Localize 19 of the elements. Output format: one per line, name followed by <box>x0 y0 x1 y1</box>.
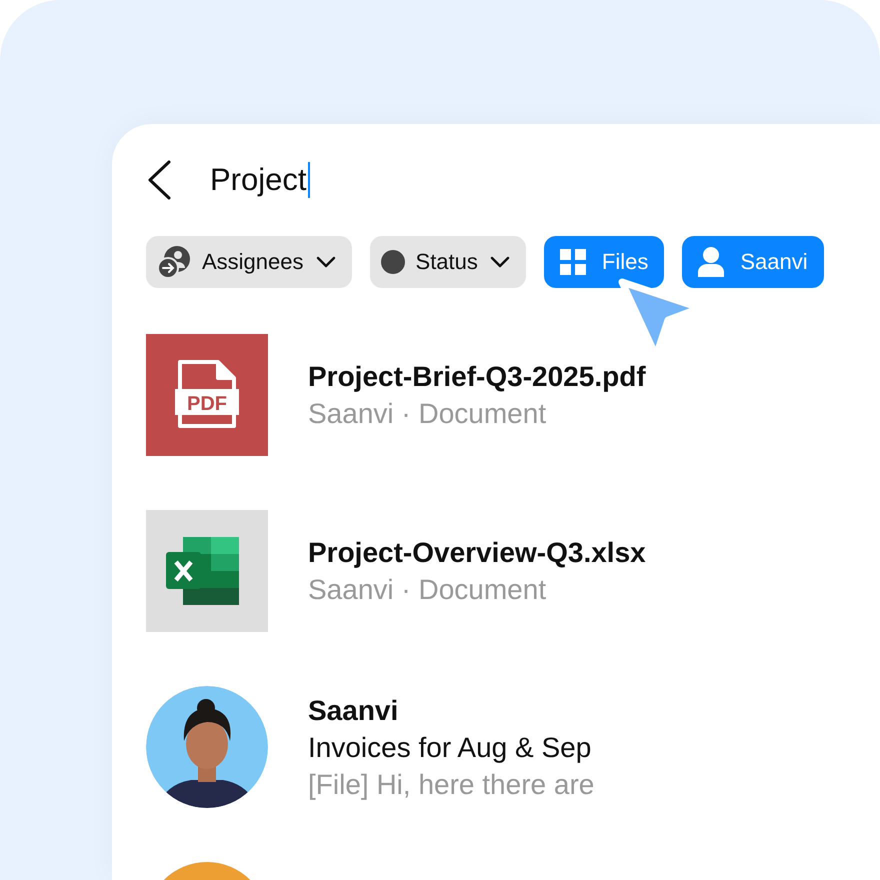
result-title[interactable]: Saanvi <box>308 692 594 728</box>
search-field[interactable]: Project <box>210 162 310 198</box>
back-icon[interactable] <box>146 160 172 200</box>
filter-chip[interactable]: Saanvi <box>682 236 824 288</box>
filter-chip[interactable]: Assignees <box>146 236 352 288</box>
people-icon <box>156 244 192 280</box>
spreadsheet-file-icon <box>146 510 268 632</box>
result-subtitle: [File] Hi, here there are <box>308 768 594 802</box>
result-subtitle: Saanvi · Document <box>308 573 548 607</box>
grid-icon <box>560 249 586 275</box>
message-subject: Invoices for Aug & Sep <box>308 730 592 765</box>
result-title[interactable]: Project-Overview-Q3.xlsx <box>308 534 646 571</box>
person-icon <box>698 247 724 277</box>
filter-chip[interactable]: Files <box>544 236 664 288</box>
filter-chip[interactable]: Status <box>370 236 526 288</box>
result-subtitle: Saanvi · Document <box>308 397 548 431</box>
pdf-file-icon: PDF <box>146 334 268 456</box>
dot-icon <box>380 249 406 275</box>
result-title[interactable]: Project-Brief-Q3-2025.pdf <box>308 358 646 395</box>
